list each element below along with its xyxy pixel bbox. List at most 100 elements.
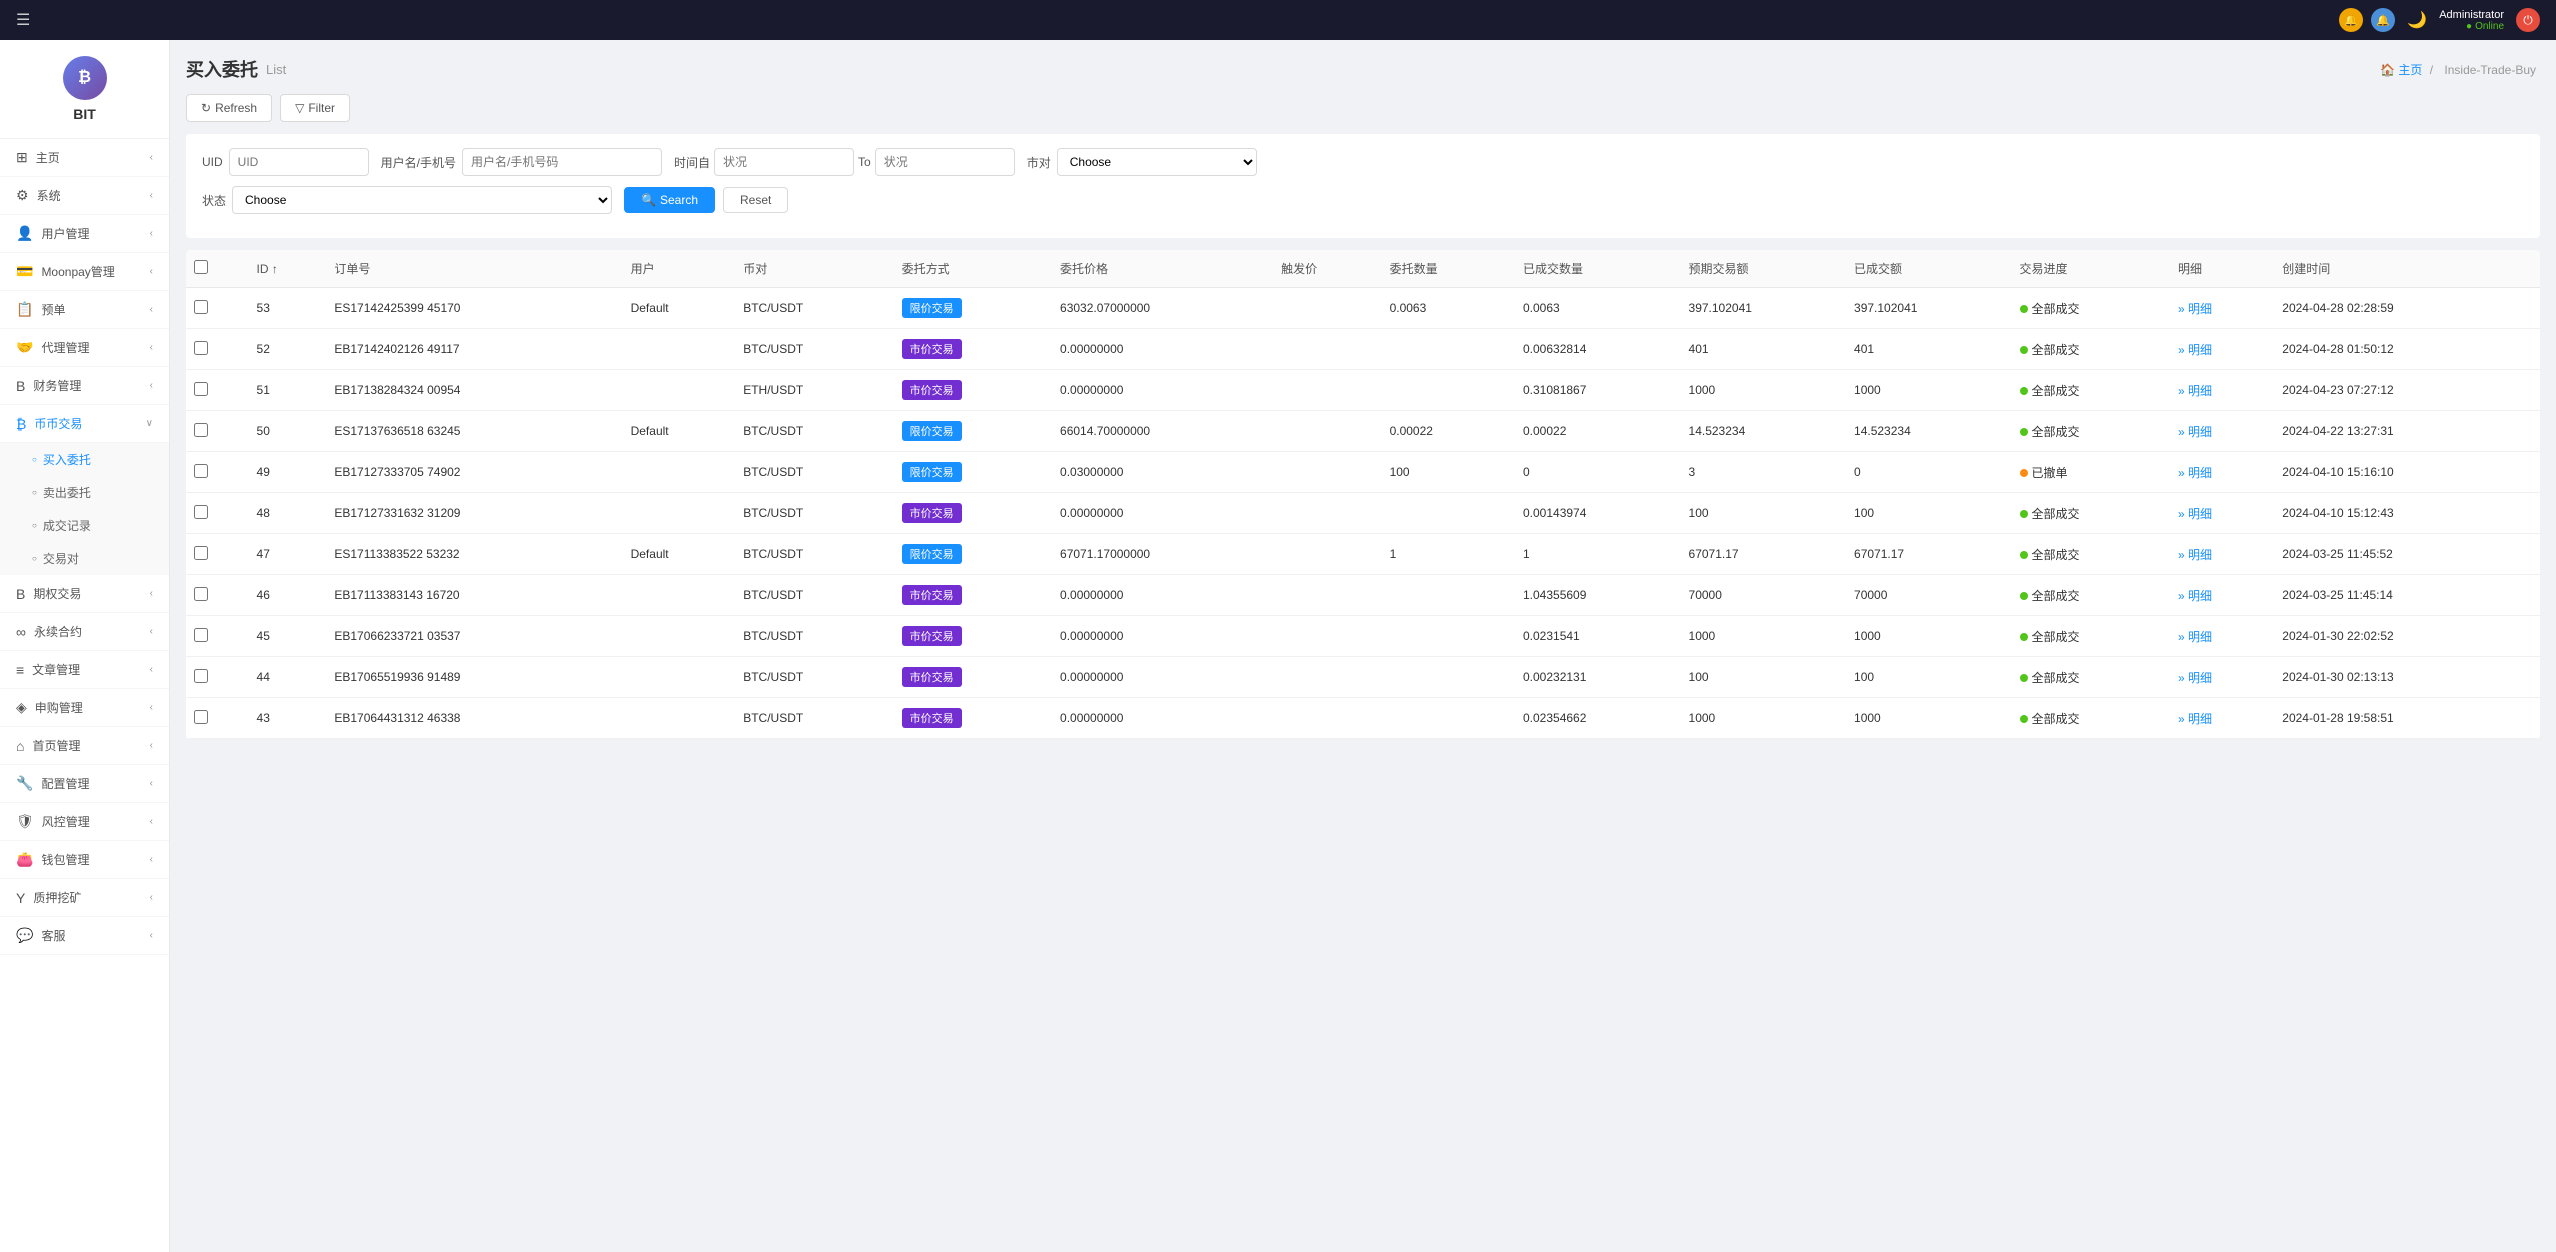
row-detail[interactable]: 明细 bbox=[2170, 616, 2274, 657]
sidebar-label-perpetual: 永续合约 bbox=[34, 623, 82, 640]
select-all-checkbox[interactable] bbox=[194, 260, 208, 274]
theme-toggle-icon[interactable]: 🌙 bbox=[2407, 10, 2427, 30]
sidebar-item-perpetual[interactable]: ∞ 永续合约 ‹ bbox=[0, 613, 169, 651]
detail-link[interactable]: 明细 bbox=[2178, 589, 2212, 603]
row-select-checkbox[interactable] bbox=[194, 464, 208, 478]
home-icon: ⊞ bbox=[16, 149, 28, 166]
row-pair: BTC/USDT bbox=[735, 698, 893, 739]
sub-label-sell: 卖出委托 bbox=[43, 484, 91, 501]
notification-icon-2[interactable]: 🔔 bbox=[2371, 8, 2395, 32]
sidebar-item-completed[interactable]: ○ 成交记录 bbox=[0, 509, 169, 542]
user-field: 用户名/手机号 bbox=[381, 148, 662, 176]
row-select-checkbox[interactable] bbox=[194, 669, 208, 683]
notification-icon-1[interactable]: 🔔 bbox=[2339, 8, 2363, 32]
hamburger-icon[interactable]: ☰ bbox=[16, 10, 30, 30]
row-select-checkbox[interactable] bbox=[194, 710, 208, 724]
sidebar-item-purchase[interactable]: ◈ 申购管理 ‹ bbox=[0, 689, 169, 727]
row-detail[interactable]: 明细 bbox=[2170, 575, 2274, 616]
row-select-checkbox[interactable] bbox=[194, 505, 208, 519]
type-tag: 市价交易 bbox=[902, 339, 962, 359]
user-input[interactable] bbox=[462, 148, 662, 176]
data-table: ID ↑ 订单号 用户 币对 委托方式 委托价格 触发价 委托数量 已成交数量 … bbox=[186, 250, 2540, 739]
row-select-checkbox[interactable] bbox=[194, 341, 208, 355]
row-detail[interactable]: 明细 bbox=[2170, 329, 2274, 370]
market-label: 市对 bbox=[1027, 154, 1051, 171]
detail-link[interactable]: 明细 bbox=[2178, 548, 2212, 562]
sidebar-item-mining[interactable]: Y 质押挖矿 ‹ bbox=[0, 879, 169, 917]
row-select-checkbox[interactable] bbox=[194, 382, 208, 396]
sidebar-item-home[interactable]: ⊞ 主页 ‹ bbox=[0, 139, 169, 177]
row-select-checkbox[interactable] bbox=[194, 546, 208, 560]
options-icon: B bbox=[16, 586, 25, 602]
logo-icon: ₿ bbox=[63, 56, 107, 100]
row-filled-qty: 0 bbox=[1515, 452, 1681, 493]
sidebar-item-article[interactable]: ≡ 文章管理 ‹ bbox=[0, 651, 169, 689]
row-id: 47 bbox=[249, 534, 327, 575]
row-detail[interactable]: 明细 bbox=[2170, 493, 2274, 534]
detail-link[interactable]: 明细 bbox=[2178, 384, 2212, 398]
table-row: 47 ES17113383522 53232 Default BTC/USDT … bbox=[186, 534, 2540, 575]
detail-link[interactable]: 明细 bbox=[2178, 425, 2212, 439]
sidebar-label-moonpay: Moonpay管理 bbox=[41, 263, 114, 280]
time-from-input[interactable] bbox=[714, 148, 854, 176]
detail-link[interactable]: 明细 bbox=[2178, 507, 2212, 521]
row-progress: 全部成交 bbox=[2012, 370, 2170, 411]
row-progress: 全部成交 bbox=[2012, 657, 2170, 698]
row-detail[interactable]: 明细 bbox=[2170, 411, 2274, 452]
detail-link[interactable]: 明细 bbox=[2178, 712, 2212, 726]
row-user: Default bbox=[623, 411, 736, 452]
col-id[interactable]: ID ↑ bbox=[249, 250, 327, 288]
row-detail[interactable]: 明细 bbox=[2170, 452, 2274, 493]
finance-icon: B bbox=[16, 378, 25, 394]
logout-button[interactable]: ⏻ bbox=[2516, 8, 2540, 32]
row-detail[interactable]: 明细 bbox=[2170, 370, 2274, 411]
reset-button[interactable]: Reset bbox=[723, 187, 788, 213]
time-to-input[interactable] bbox=[875, 148, 1015, 176]
uid-input[interactable] bbox=[229, 148, 369, 176]
detail-link[interactable]: 明细 bbox=[2178, 343, 2212, 357]
chevron-icon: ‹ bbox=[150, 778, 153, 789]
sidebar-item-agent[interactable]: 🤝 代理管理 ‹ bbox=[0, 329, 169, 367]
sidebar-item-config[interactable]: 🔧 配置管理 ‹ bbox=[0, 765, 169, 803]
sidebar-item-homepage[interactable]: ⌂ 首页管理 ‹ bbox=[0, 727, 169, 765]
sidebar-item-finance[interactable]: B 财务管理 ‹ bbox=[0, 367, 169, 405]
detail-link[interactable]: 明细 bbox=[2178, 630, 2212, 644]
sidebar-item-coin-trade[interactable]: ₿ 币币交易 ∨ bbox=[0, 405, 169, 443]
col-user: 用户 bbox=[623, 250, 736, 288]
sub-label-pair: 交易对 bbox=[43, 550, 79, 567]
filter-button[interactable]: ▽ Filter bbox=[280, 94, 350, 122]
sidebar-item-sell-order[interactable]: ○ 卖出委托 bbox=[0, 476, 169, 509]
row-detail[interactable]: 明细 bbox=[2170, 288, 2274, 329]
sidebar-item-trade-pair[interactable]: ○ 交易对 bbox=[0, 542, 169, 575]
row-expected: 70000 bbox=[1681, 575, 1847, 616]
sidebar-item-options[interactable]: B 期权交易 ‹ bbox=[0, 575, 169, 613]
sidebar-item-buy-order[interactable]: ○ 买入委托 bbox=[0, 443, 169, 476]
detail-link[interactable]: 明细 bbox=[2178, 671, 2212, 685]
sidebar-item-wallet[interactable]: 👛 钱包管理 ‹ bbox=[0, 841, 169, 879]
sidebar-item-risk[interactable]: 🛡 风控管理 ‹ bbox=[0, 803, 169, 841]
sidebar-item-user-mgmt[interactable]: 👤 用户管理 ‹ bbox=[0, 215, 169, 253]
sidebar-label-user: 用户管理 bbox=[41, 225, 89, 242]
sidebar-item-customer[interactable]: 💬 客服 ‹ bbox=[0, 917, 169, 955]
row-select-checkbox[interactable] bbox=[194, 300, 208, 314]
sidebar-item-moonpay[interactable]: 💳 Moonpay管理 ‹ bbox=[0, 253, 169, 291]
search-button[interactable]: 🔍 Search bbox=[624, 187, 715, 213]
sidebar-item-orders[interactable]: 📋 预单 ‹ bbox=[0, 291, 169, 329]
row-filled: 1000 bbox=[1846, 370, 2012, 411]
status-select[interactable]: Choose 全部成交 已撤单 bbox=[232, 186, 612, 214]
refresh-button[interactable]: ↻ Refresh bbox=[186, 94, 272, 122]
row-select-checkbox[interactable] bbox=[194, 587, 208, 601]
row-detail[interactable]: 明细 bbox=[2170, 698, 2274, 739]
col-progress: 交易进度 bbox=[2012, 250, 2170, 288]
row-detail[interactable]: 明细 bbox=[2170, 657, 2274, 698]
row-filled: 397.102041 bbox=[1846, 288, 2012, 329]
market-select[interactable]: Choose BTC/USDT ETH/USDT bbox=[1057, 148, 1257, 176]
sidebar-item-system[interactable]: ⚙ 系统 ‹ bbox=[0, 177, 169, 215]
row-select-checkbox[interactable] bbox=[194, 628, 208, 642]
detail-link[interactable]: 明细 bbox=[2178, 466, 2212, 480]
detail-link[interactable]: 明细 bbox=[2178, 302, 2212, 316]
row-filled: 100 bbox=[1846, 657, 2012, 698]
breadcrumb-home[interactable]: 主页 bbox=[2398, 63, 2422, 77]
row-detail[interactable]: 明细 bbox=[2170, 534, 2274, 575]
row-select-checkbox[interactable] bbox=[194, 423, 208, 437]
